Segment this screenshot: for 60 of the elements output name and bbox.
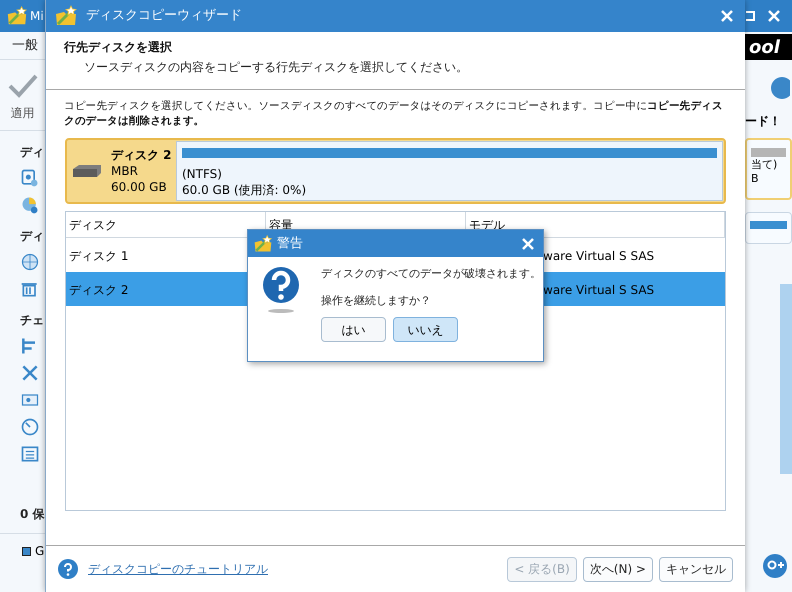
wizard-button[interactable]: キャンセル (659, 556, 733, 582)
legend-swatch (22, 546, 31, 556)
tools-icon[interactable] (20, 363, 40, 383)
app-title: Mi (30, 8, 44, 25)
page-subheading: ソースディスクの内容をコピーする行先ディスクを選択してください。 (83, 59, 469, 76)
partition-usage: 60.0 GB (使用済: 0%) (182, 182, 308, 198)
maximize-icon[interactable] (744, 10, 756, 22)
disk-card-text: B (751, 173, 760, 185)
disk-card-text: 当て) (751, 157, 778, 173)
dialog-question: 操作を継続しますか？ (321, 292, 432, 308)
question-icon (261, 266, 301, 314)
social-icon[interactable] (763, 554, 787, 578)
close-icon[interactable] (522, 238, 534, 250)
dialog-button[interactable]: いいえ (393, 317, 458, 342)
legend-label: G (35, 543, 44, 560)
globe-icon[interactable] (20, 252, 40, 272)
disk-icon[interactable] (20, 168, 40, 188)
section-heading: ディ (20, 144, 45, 161)
partition-panel[interactable]: (NTFS) 60.0 GB (使用済: 0%) (176, 141, 723, 201)
wand-folder-icon (6, 5, 28, 27)
pie-chart-icon[interactable] (20, 195, 40, 215)
help-icon[interactable] (58, 559, 78, 579)
close-icon[interactable] (721, 10, 733, 22)
apply-label[interactable]: 適用 (10, 104, 34, 122)
upgrade-label[interactable]: ード！ (745, 112, 792, 130)
gauge-icon[interactable] (20, 417, 40, 437)
column-header[interactable]: ディスク (69, 216, 117, 234)
table-cell: ware Virtual S SAS (543, 283, 654, 297)
scrollbar[interactable] (780, 284, 792, 474)
wand-folder-icon (54, 4, 78, 28)
dialog-message: ディスクのすべてのデータが破壊されます。 (321, 266, 541, 282)
section-heading: チェ (20, 312, 45, 329)
dialog-title: 警告 (277, 234, 304, 253)
pending-count: 0 保 (20, 507, 45, 521)
window-title: ディスクコピーウィザード (86, 7, 243, 26)
usage-bar (750, 221, 787, 229)
disk-style: MBR (111, 163, 139, 179)
hard-drive-icon (71, 163, 103, 179)
list-icon[interactable] (20, 444, 40, 464)
description-text: コピー先ディスクを選択してください。ソースディスクのすべてのデータはそのディスクにコピーされます。コピー中にコピー先ディスクのデータは削除されます。 (63, 99, 724, 129)
section-heading: ディ (20, 228, 45, 245)
check-icon[interactable] (6, 72, 38, 100)
tutorial-link[interactable]: ディスクコピーのチュートリアル (88, 560, 502, 578)
dialog-button[interactable]: はい (321, 317, 386, 342)
usage-bar (751, 148, 786, 157)
disk-card[interactable]: 当て) B (745, 138, 792, 200)
partition-filesystem: (NTFS) (182, 166, 223, 182)
page-heading: 行先ディスクを選択 (64, 39, 173, 56)
wizard-button[interactable]: 次へ(N) > (582, 556, 653, 582)
brand-logo: ool (748, 36, 780, 60)
table-cell: ware Virtual S SAS (543, 249, 654, 263)
disk-card[interactable] (745, 212, 792, 244)
wand-folder-icon (253, 234, 273, 254)
disk-card[interactable]: ディスク 2 MBR 60.00 GB (NTFS) 60.0 GB (使用済: 0%) (65, 138, 726, 204)
menu-tab[interactable]: 一般 (12, 36, 38, 56)
table-cell-text: ディスク 1 (68, 249, 128, 263)
table-cell-text: ディスク 2 (68, 283, 128, 297)
disk-name: ディスク 2 (111, 147, 172, 163)
disk-size: 60.00 GB (111, 179, 168, 195)
close-icon[interactable] (768, 10, 780, 22)
